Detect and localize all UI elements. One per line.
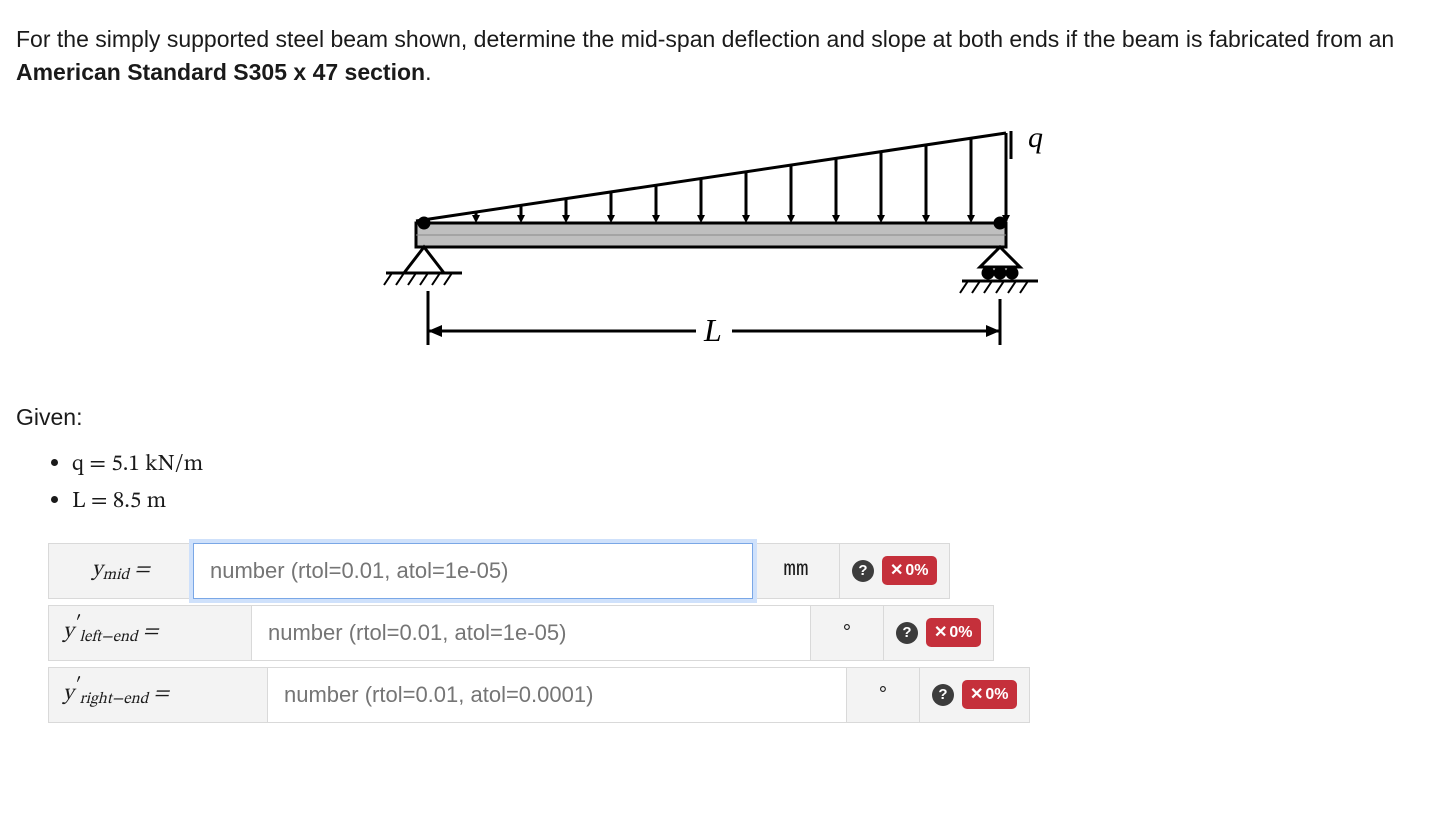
tools-yright: ? ✕ 0% <box>920 667 1030 723</box>
answer-row-ymid: ymid = mm ? ✕ 0% <box>48 543 1416 599</box>
label-ymid: ymid = <box>48 543 193 599</box>
wrong-icon: ✕ <box>934 621 947 644</box>
given-heading: Given: <box>16 401 1416 434</box>
label-yleft: y′left−end = <box>48 605 251 661</box>
score-badge-ymid: ✕ 0% <box>882 556 937 585</box>
problem-section-bold: American Standard S305 x 47 section <box>16 59 425 85</box>
wrong-icon: ✕ <box>890 559 903 582</box>
given-item-q: q = 5.1 kN/m <box>72 446 1416 481</box>
label-yright: y′right−end = <box>48 667 267 723</box>
help-icon[interactable]: ? <box>896 622 918 644</box>
wrong-icon: ✕ <box>970 683 983 706</box>
figure-L-label: L <box>703 312 722 348</box>
input-yleft[interactable] <box>251 605 811 661</box>
given-item-L: L = 8.5 m <box>72 483 1416 518</box>
tools-ymid: ? ✕ 0% <box>840 543 950 599</box>
unit-ymid: mm <box>753 543 840 599</box>
problem-text-before: For the simply supported steel beam show… <box>16 26 1394 52</box>
tools-yleft: ? ✕ 0% <box>884 605 994 661</box>
problem-text-after: . <box>425 59 431 85</box>
score-badge-yright: ✕ 0% <box>962 680 1017 709</box>
unit-yright <box>847 667 920 723</box>
score-badge-yleft: ✕ 0% <box>926 618 981 647</box>
unit-yleft <box>811 605 884 661</box>
input-ymid[interactable] <box>193 543 753 599</box>
help-icon[interactable]: ? <box>852 560 874 582</box>
given-list: q = 5.1 kN/m L = 8.5 m <box>72 446 1416 519</box>
input-yright[interactable] <box>267 667 847 723</box>
beam-svg: q L <box>356 113 1076 373</box>
help-icon[interactable]: ? <box>932 684 954 706</box>
figure-q-label: q <box>1028 121 1043 154</box>
problem-statement: For the simply supported steel beam show… <box>16 23 1416 90</box>
answer-row-yright: y′right−end = ? ✕ 0% <box>48 667 1416 723</box>
answer-row-yleft: y′left−end = ? ✕ 0% <box>48 605 1416 661</box>
beam-figure: q L <box>16 113 1416 373</box>
